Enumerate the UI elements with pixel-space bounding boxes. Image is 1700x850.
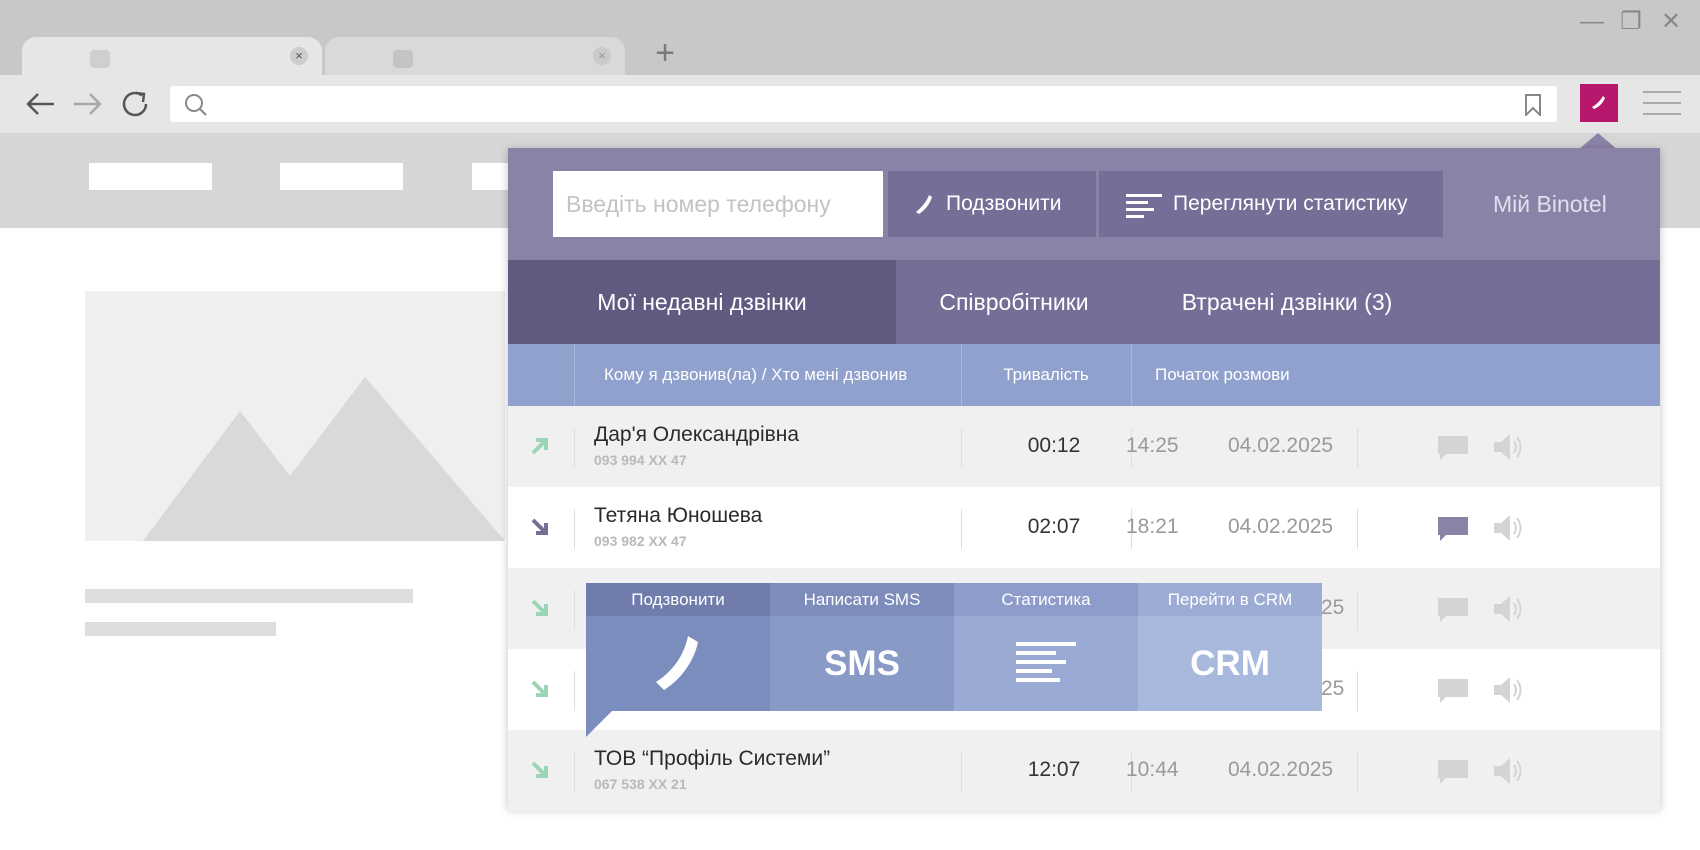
popup-header: Подзвонити Переглянути статистику Мій Bi… — [508, 148, 1660, 260]
column-start: Початок розмови — [1155, 365, 1290, 384]
comment-icon[interactable] — [1438, 517, 1468, 541]
tab-missed-calls[interactable]: Втрачені дзвінки (3) — [1132, 260, 1442, 344]
call-button-label: Подзвонити — [946, 192, 1062, 215]
tab-close-icon[interactable]: × — [290, 47, 308, 65]
minimize-icon[interactable]: — — [1578, 8, 1606, 36]
contact-name: Дар'я Олександрівна — [594, 423, 800, 446]
table-row[interactable]: ТОВ “Профіль Системи” 067 538 XX 21 12:0… — [508, 730, 1660, 811]
call-duration: 02:07 — [1027, 515, 1081, 538]
browser-tab[interactable]: × — [325, 37, 625, 75]
action-label: Статистика — [954, 583, 1138, 616]
new-tab-button[interactable]: + — [650, 36, 680, 70]
call-time: 14:25 — [1126, 434, 1179, 457]
text-line-placeholder — [85, 589, 413, 603]
phone-number-input[interactable] — [553, 171, 883, 237]
call-date: 04.02.2025 — [1228, 515, 1334, 538]
binotel-extension-button[interactable] — [1580, 84, 1618, 122]
action-statistics[interactable]: Статистика — [954, 583, 1138, 711]
view-stats-label: Переглянути статистику — [1173, 192, 1408, 215]
incoming-call-icon — [531, 680, 548, 697]
forward-arrow-icon[interactable] — [68, 85, 106, 123]
statistics-icon — [1126, 194, 1162, 218]
speaker-icon[interactable] — [1493, 676, 1523, 704]
image-placeholder — [85, 291, 505, 541]
column-who: Кому я дзвонив(ла) / Хто мені дзвонив — [604, 365, 908, 384]
call-date: 04.02.2025 — [1228, 758, 1334, 781]
contact-number: 067 538 XX 21 — [594, 776, 687, 792]
tab-employees[interactable]: Співробітники — [896, 260, 1132, 344]
incoming-call-icon — [531, 761, 548, 778]
text-line-placeholder — [85, 622, 276, 636]
call-duration: 12:07 — [1027, 758, 1081, 781]
incoming-call-icon — [531, 518, 548, 535]
call-date: 04.02.2025 — [1228, 434, 1334, 457]
comment-icon[interactable] — [1438, 598, 1468, 622]
comment-icon[interactable] — [1438, 436, 1468, 460]
crm-text: CRM — [1138, 616, 1322, 711]
mountain-image-icon — [143, 377, 505, 541]
nav-placeholder — [89, 163, 212, 190]
address-bar[interactable] — [170, 86, 1557, 122]
bookmark-icon[interactable] — [1523, 94, 1543, 116]
action-crm[interactable]: Перейти в CRM CRM — [1138, 583, 1322, 711]
call-time: 10:44 — [1126, 758, 1179, 781]
speaker-icon[interactable] — [1493, 514, 1523, 542]
call-date: 25 — [1321, 677, 1345, 700]
action-label: Перейти в CRM — [1138, 583, 1322, 616]
comment-icon[interactable] — [1438, 679, 1468, 703]
action-body — [586, 616, 770, 711]
action-body — [954, 616, 1138, 711]
browser-toolbar — [0, 75, 1700, 133]
action-menu-pointer — [586, 711, 612, 737]
nav-placeholder — [280, 163, 403, 190]
browser-tab-bar: × × + — ❐ ✕ — [0, 0, 1700, 75]
contact-name: Тетяна Юношева — [594, 504, 763, 527]
phone-icon — [1592, 96, 1605, 109]
contact-number: 093 994 XX 47 — [594, 452, 687, 468]
hamburger-menu-icon[interactable] — [1643, 91, 1681, 117]
action-sms[interactable]: Написати SMS SMS — [770, 583, 954, 711]
speaker-icon[interactable] — [1493, 433, 1523, 461]
call-date: 25 — [1321, 596, 1345, 619]
call-time: 18:21 — [1126, 515, 1179, 538]
statistics-icon — [1016, 642, 1076, 682]
favicon-icon — [90, 50, 110, 68]
back-arrow-icon[interactable] — [22, 85, 60, 123]
call-button[interactable]: Подзвонити — [888, 171, 1096, 237]
speaker-icon[interactable] — [1493, 595, 1523, 623]
speaker-icon[interactable] — [1493, 757, 1523, 785]
incoming-call-icon — [531, 599, 548, 616]
maximize-icon[interactable]: ❐ — [1617, 8, 1645, 36]
tab-recent-calls[interactable]: Мої недавні дзвінки — [508, 260, 896, 344]
action-label: Подзвонити — [586, 583, 770, 616]
table-header: Кому я дзвонив(ла) / Хто мені дзвонив Тр… — [508, 344, 1660, 406]
column-duration: Тривалість — [1003, 365, 1089, 384]
table-row[interactable]: Дар'я Олександрівна 093 994 XX 47 00:12 … — [508, 406, 1660, 487]
action-call[interactable]: Подзвонити — [586, 583, 770, 711]
tab-close-icon[interactable]: × — [593, 47, 611, 65]
my-binotel-link[interactable]: Мій Binotel — [1493, 171, 1607, 237]
browser-tab[interactable]: × — [22, 37, 322, 75]
phone-icon — [916, 195, 932, 214]
phone-icon — [656, 636, 698, 690]
favicon-icon — [393, 50, 413, 68]
search-icon — [185, 94, 207, 116]
action-label: Написати SMS — [770, 583, 954, 616]
reload-icon[interactable] — [116, 85, 154, 123]
row-action-menu: Подзвонити Написати SMS SMS Статистика П… — [586, 583, 1322, 711]
close-window-icon[interactable]: ✕ — [1657, 8, 1685, 36]
outgoing-call-icon — [531, 438, 548, 455]
popup-tabs: Мої недавні дзвінки Співробітники Втраче… — [508, 260, 1660, 344]
sms-text: SMS — [770, 616, 954, 711]
view-stats-button[interactable]: Переглянути статистику — [1099, 171, 1443, 237]
contact-name: ТОВ “Профіль Системи” — [594, 747, 831, 770]
comment-icon[interactable] — [1438, 760, 1468, 784]
contact-number: 093 982 XX 47 — [594, 533, 687, 549]
call-duration: 00:12 — [1027, 434, 1081, 457]
table-row[interactable]: Тетяна Юношева 093 982 XX 47 02:07 18:21… — [508, 487, 1660, 568]
